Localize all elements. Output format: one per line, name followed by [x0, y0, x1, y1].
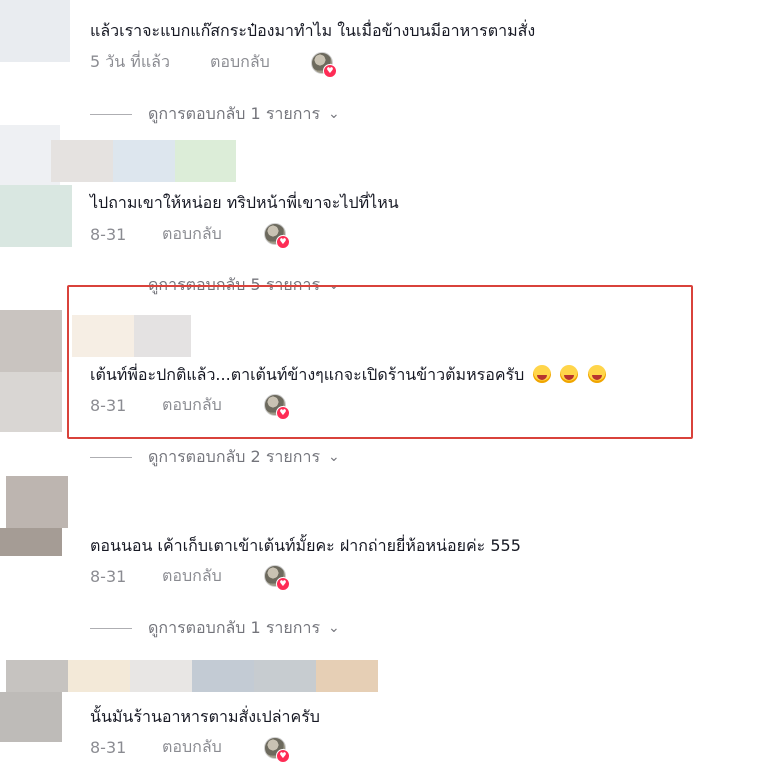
comment-text: ไปถามเขาให้หน่อย ทริปหน้าพี่เขาจะไปที่ไห… [90, 193, 399, 212]
heart-icon: ♥ [276, 577, 290, 591]
blurred-username-5a [68, 660, 130, 692]
blurred-avatar-5a [6, 660, 68, 692]
comment-meta: 8-31 ตอบกลับ [90, 564, 222, 588]
heart-icon: ♥ [276, 235, 290, 249]
reply-button[interactable]: ตอบกลับ [162, 735, 222, 760]
blurred-avatar-1 [0, 0, 70, 62]
chevron-down-icon: ⌄ [328, 106, 340, 122]
view-replies-button[interactable]: ดูการตอบกลับ 1 รายการ ⌄ [90, 618, 340, 638]
reply-button[interactable]: ตอบกลับ [162, 564, 222, 589]
heart-icon: ♥ [276, 749, 290, 763]
view-replies-button[interactable]: ดูการตอบกลับ 1 รายการ ⌄ [90, 104, 340, 124]
heart-icon: ♥ [323, 64, 337, 78]
blurred-username-2c [175, 140, 236, 182]
comment-meta: 5 วัน ที่แล้ว ตอบกลับ [90, 50, 270, 74]
comment-meta: 8-31 ตอบกลับ [90, 222, 222, 246]
view-replies-label: ดูการตอบกลับ 2 รายการ [148, 446, 321, 466]
blurred-avatar-5b [0, 692, 62, 742]
blurred-avatar-4a [6, 476, 68, 528]
divider-line [90, 456, 132, 458]
blurred-username-5b [130, 660, 192, 692]
blurred-avatar-2b [0, 185, 72, 247]
view-replies-label: ดูการตอบกลับ 1 รายการ [148, 103, 321, 123]
chevron-down-icon: ⌄ [328, 620, 340, 636]
divider-line [90, 113, 132, 115]
reply-button[interactable]: ตอบกลับ [210, 50, 270, 75]
comment-date: 8-31 [90, 566, 127, 586]
reply-button[interactable]: ตอบกลับ [162, 222, 222, 247]
blurred-username-2a [51, 140, 113, 182]
blurred-avatar-4b [0, 528, 62, 556]
blurred-username-5c [192, 660, 254, 692]
blurred-username-5d [254, 660, 316, 692]
chevron-down-icon: ⌄ [328, 449, 340, 465]
view-replies-label: ดูการตอบกลับ 1 รายการ [148, 617, 321, 637]
comment-date: 8-31 [90, 737, 127, 757]
blurred-username-2b [113, 140, 175, 182]
divider-line [90, 627, 132, 629]
highlight-box [67, 285, 693, 439]
blurred-avatar-3b [0, 372, 62, 432]
comment-date: 5 วัน ที่แล้ว [90, 51, 170, 71]
comment-date: 8-31 [90, 224, 127, 244]
blurred-avatar-3a [0, 310, 62, 372]
comment-meta: 8-31 ตอบกลับ [90, 735, 222, 759]
blurred-username-5e [316, 660, 378, 692]
comment-text: แล้วเราจะแบกแก๊สกระป๋องมาทำไม ในเมื่อข้า… [90, 21, 536, 40]
comment-text: นั้นมันร้านอาหารตามสั่งเปล่าครับ [90, 707, 320, 726]
comment-text: ตอนนอน เค้าเก็บเตาเข้าเต้นท์มั้ยคะ ฝากถ่… [90, 536, 521, 555]
view-replies-button[interactable]: ดูการตอบกลับ 2 รายการ ⌄ [90, 447, 340, 467]
